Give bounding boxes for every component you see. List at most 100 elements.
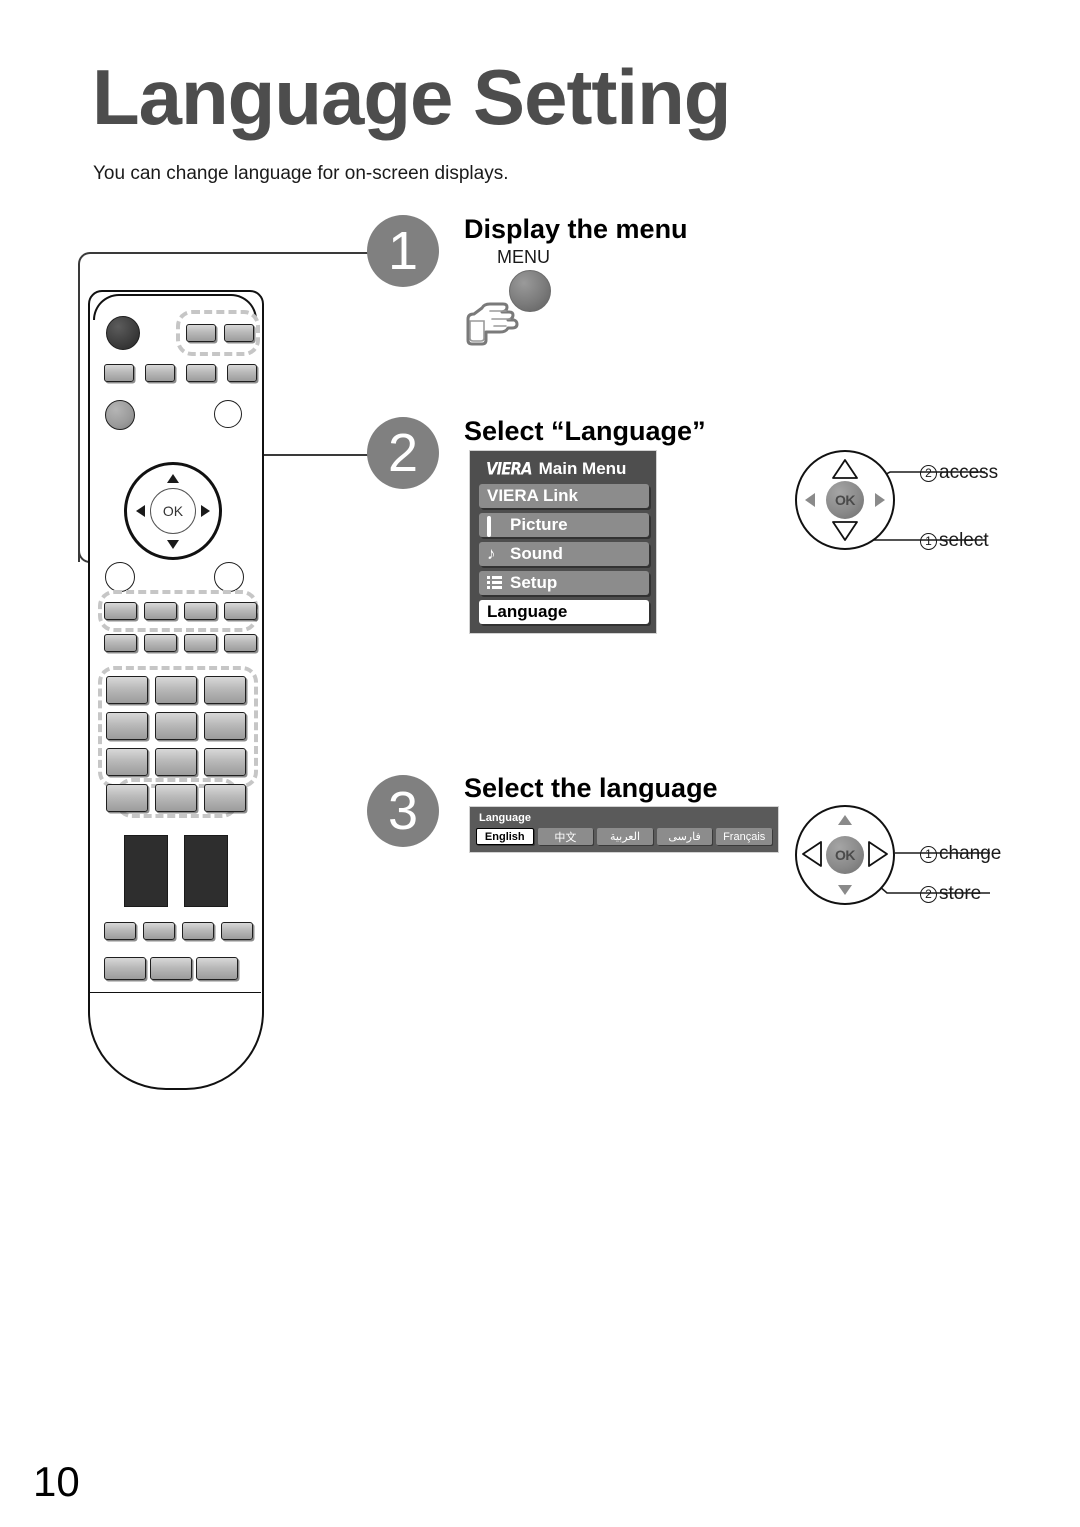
step-1-heading: Display the menu [464, 214, 688, 244]
menu-item-label: VIERA Link [487, 486, 578, 505]
remote-button-b2c2[interactable] [150, 957, 192, 980]
dpad-down-arrow-icon[interactable] [838, 885, 852, 895]
remote-button-b2c3[interactable] [196, 957, 238, 980]
remote-key-9[interactable] [204, 748, 246, 776]
dpad-ok-button[interactable]: OK [826, 481, 864, 519]
remote-button-r1c1[interactable] [104, 364, 134, 382]
remote-button-r2c1[interactable] [104, 602, 137, 620]
remote-key-2[interactable] [155, 676, 197, 704]
main-menu-title-row: VIERA Main Menu [477, 457, 649, 484]
step-2-dpad-diagram: OK [795, 450, 895, 550]
remote-button-r3c1[interactable] [104, 634, 137, 652]
remote-key-8[interactable] [155, 748, 197, 776]
menu-item-picture[interactable]: Picture [479, 513, 649, 537]
language-panel-title: Language [479, 812, 531, 824]
remote-power-button[interactable] [106, 316, 140, 350]
pointing-hand-icon [460, 286, 534, 352]
remote-dpad-left-icon[interactable] [136, 505, 145, 517]
remote-key-0[interactable] [155, 784, 197, 812]
menu-item-language[interactable]: Language [479, 600, 649, 624]
main-menu-title-text: Main Menu [538, 459, 627, 478]
remote-button-r2c4[interactable] [224, 602, 257, 620]
remote-volume-rocker[interactable] [124, 835, 168, 907]
menu-item-label: Setup [510, 573, 558, 592]
step-3-heading: Select the language [464, 773, 718, 803]
remote-key-5[interactable] [155, 712, 197, 740]
remote-button-right-lower[interactable] [214, 562, 244, 592]
remote-button-left-lower[interactable] [105, 562, 135, 592]
remote-ok-button[interactable]: OK [150, 488, 196, 534]
remote-dpad-right-icon[interactable] [201, 505, 210, 517]
remote-button-left-upper[interactable] [105, 400, 135, 430]
setup-icon [487, 575, 504, 591]
viera-logo: VIERA [486, 458, 533, 480]
dpad-left-arrow-highlighted[interactable] [802, 841, 822, 867]
remote-button-r3c3[interactable] [184, 634, 217, 652]
callout-text: store [939, 883, 982, 904]
remote-key-7[interactable] [106, 748, 148, 776]
sound-icon: ♪ [487, 543, 496, 563]
step-2-callout-select: 1 select [920, 530, 989, 552]
menu-item-setup[interactable]: Setup [479, 571, 649, 595]
remote-dpad-up-icon[interactable] [167, 474, 179, 483]
step-3-callout-change: 1 change [920, 843, 1001, 865]
remote-key-1[interactable] [106, 676, 148, 704]
step-3-badge: 3 [367, 775, 439, 847]
remote-button-right-upper[interactable] [214, 400, 242, 428]
remote-button-b1c2[interactable] [143, 922, 175, 940]
remote-key-asterisk[interactable] [106, 784, 148, 812]
callout-number: 2 [920, 464, 937, 482]
page-subtitle: You can change language for on-screen di… [93, 163, 509, 184]
menu-button-label: MENU [497, 247, 550, 267]
remote-button-r1c3[interactable] [186, 364, 216, 382]
callout-number: 1 [920, 532, 937, 550]
callout-number: 2 [920, 885, 937, 903]
step-3-dpad-diagram: OK [795, 805, 895, 905]
language-option-arabic[interactable]: العربية [597, 828, 653, 845]
step-3-callout-store: 2 store [920, 883, 981, 905]
remote-button-r1c4[interactable] [227, 364, 257, 382]
menu-item-label: Picture [510, 515, 568, 534]
dpad-right-arrow-icon[interactable] [875, 493, 885, 507]
remote-button-b2c1[interactable] [104, 957, 146, 980]
dpad-down-arrow-highlighted[interactable] [832, 521, 858, 541]
remote-key-4[interactable] [106, 712, 148, 740]
remote-button-menu[interactable] [186, 324, 216, 342]
menu-item-viera-link[interactable]: VIERA Link [479, 484, 649, 508]
remote-key-hash[interactable] [204, 784, 246, 812]
language-option-persian[interactable]: فارسى [656, 828, 713, 845]
menu-item-label: Sound [510, 544, 563, 563]
remote-button-r3c2[interactable] [144, 634, 177, 652]
step-2-callout-access: 2 access [920, 462, 998, 484]
remote-key-3[interactable] [204, 676, 246, 704]
remote-button-b1c4[interactable] [221, 922, 253, 940]
page-number: 10 [33, 1458, 80, 1505]
main-menu-osd-panel: VIERA Main Menu VIERA Link Picture ♪ Sou… [469, 450, 657, 634]
remote-button-r1c2[interactable] [145, 364, 175, 382]
dpad-left-arrow-icon[interactable] [805, 493, 815, 507]
language-option-chinese[interactable]: 中文 [537, 828, 594, 845]
dpad-ok-button[interactable]: OK [826, 836, 864, 874]
remote-button-menu-2[interactable] [224, 324, 254, 342]
step-2-badge: 2 [367, 417, 439, 489]
remote-control-illustration: OK [88, 290, 264, 1090]
language-option-english[interactable]: English [476, 828, 534, 845]
dpad-up-arrow-icon[interactable] [838, 815, 852, 825]
callout-text: access [939, 462, 999, 483]
remote-channel-rocker[interactable] [184, 835, 228, 907]
remote-key-6[interactable] [204, 712, 246, 740]
dpad-up-arrow-highlighted[interactable] [832, 459, 858, 479]
callout-text: change [939, 843, 1002, 864]
menu-item-sound[interactable]: ♪ Sound [479, 542, 649, 566]
remote-button-b1c3[interactable] [182, 922, 214, 940]
language-option-french[interactable]: Français [716, 828, 772, 845]
menu-item-label: Language [487, 602, 568, 621]
picture-icon [487, 515, 504, 537]
remote-button-r2c2[interactable] [144, 602, 177, 620]
remote-button-b1c1[interactable] [104, 922, 136, 940]
remote-button-r3c4[interactable] [224, 634, 257, 652]
remote-dpad-down-icon[interactable] [167, 540, 179, 549]
remote-button-r2c3[interactable] [184, 602, 217, 620]
callout-text: select [939, 530, 989, 551]
dpad-right-arrow-highlighted[interactable] [868, 841, 888, 867]
